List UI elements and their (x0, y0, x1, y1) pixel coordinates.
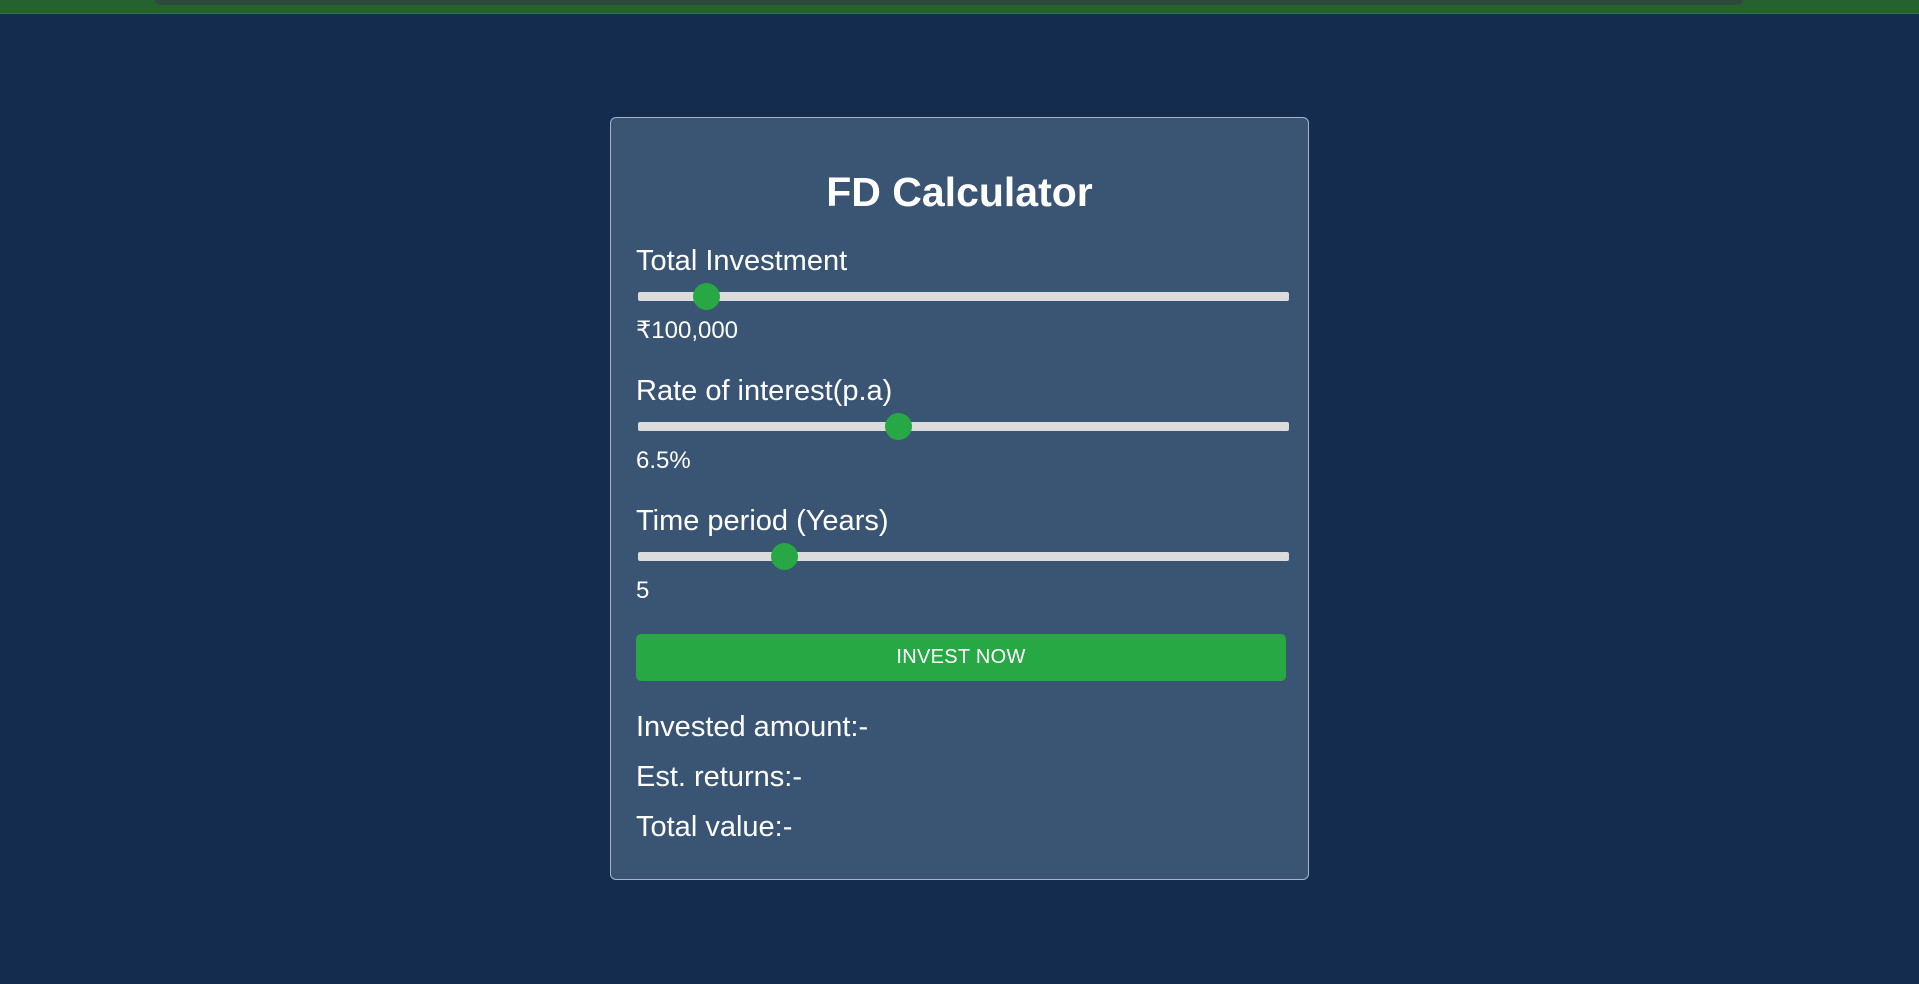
rate-of-interest-value: 6.5% (636, 447, 691, 474)
fd-calculator-card: FD Calculator Total Investment ₹100,000 … (610, 117, 1309, 880)
total-investment-label: Total Investment (636, 245, 848, 277)
rate-of-interest-slider-thumb[interactable] (885, 413, 913, 440)
time-period-value: 5 (636, 577, 650, 604)
rate-of-interest-slider[interactable] (638, 413, 1289, 440)
total-investment-slider-thumb[interactable] (693, 283, 721, 310)
browser-top-strip (0, 0, 1919, 14)
time-period-slider-thumb[interactable] (771, 543, 799, 570)
time-period-label: Time period (Years) (636, 505, 889, 537)
invest-now-button[interactable]: INVEST NOW (636, 634, 1286, 681)
est-returns-result: Est. returns:- (636, 761, 802, 793)
time-period-slider[interactable] (638, 543, 1289, 570)
total-investment-value: ₹100,000 (636, 317, 739, 344)
total-investment-slider[interactable] (638, 283, 1289, 310)
invested-amount-result: Invested amount:- (636, 711, 869, 743)
page-title: FD Calculator (826, 169, 1093, 215)
top-strip-inner (155, 0, 1743, 5)
total-value-result: Total value:- (636, 811, 793, 843)
rate-of-interest-label: Rate of interest(p.a) (636, 375, 893, 407)
